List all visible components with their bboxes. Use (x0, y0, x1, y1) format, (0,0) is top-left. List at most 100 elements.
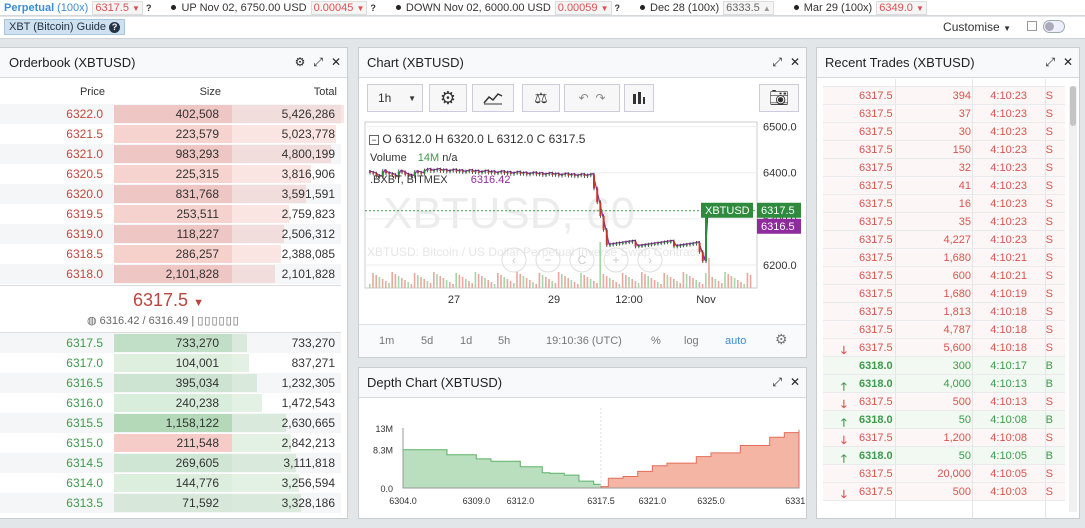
bid-row[interactable]: 6315.0 211,548 2,842,213 (0, 433, 341, 453)
close-icon[interactable]: ✕ (331, 55, 341, 70)
range-1d[interactable]: 1d (460, 335, 472, 347)
ask-row[interactable]: 6322.0 402,508 5,426,286 (0, 104, 344, 124)
index-value: 6316.42 (470, 174, 511, 186)
volume-bar (653, 280, 656, 288)
compare-scale-icon[interactable]: ⚖ (522, 84, 560, 112)
ticker-item[interactable]: DOWN Nov 02, 6000.00 USD 0.00059 ▼? (388, 0, 621, 15)
candle-body (593, 174, 595, 189)
volume-bar (596, 283, 598, 288)
last-price-box: 6317.5 ▼ ◍ 6316.42 / 6316.49 | ▯▯▯▯▯▯ (0, 285, 341, 333)
auto-toggle[interactable]: auto (725, 335, 746, 347)
volume-bar (449, 282, 451, 288)
trades-scrollbar[interactable] (1069, 86, 1077, 512)
size-cell: 225,315 (175, 167, 219, 181)
ask-row[interactable]: 6321.5 223,579 5,023,778 (0, 124, 341, 144)
candle-body (522, 173, 525, 175)
customise-dropdown[interactable]: Customise ▼ (943, 20, 1011, 34)
candle-body (698, 242, 701, 253)
volume-bar (468, 281, 470, 288)
expand-icon[interactable]: ⤢ (772, 375, 782, 390)
expand-icon[interactable]: ⤢ (313, 55, 323, 70)
column-divider (895, 79, 896, 518)
ask-row[interactable]: 6320.0 831,768 3,591,591 (0, 184, 341, 204)
bid-row[interactable]: 6315.5 1,158,122 2,630,665 (0, 413, 341, 433)
ask-row[interactable]: 6321.0 983,293 4,800,199 (0, 144, 341, 164)
volume-bar (484, 278, 486, 288)
price-chart[interactable]: XBTUSD, 60XBTUSD: Bitcoin / US Dollar Pe… (359, 118, 807, 324)
volume-bar (746, 273, 749, 288)
expand-icon[interactable]: ⤢ (772, 55, 782, 70)
layout-checkbox[interactable] (1027, 21, 1037, 31)
orderbook-panel: Orderbook (XBTUSD) ⚙ ⤢ ✕ Price Size Tota… (0, 47, 348, 519)
candle-body (586, 175, 589, 177)
trade-row: 6317.5 1,680 4:10:21 S (823, 249, 1065, 267)
close-icon[interactable]: ✕ (790, 375, 800, 390)
footer-gear-icon[interactable]: ⚙ (775, 331, 788, 348)
trade-side: S (1045, 288, 1053, 300)
log-toggle[interactable]: log (684, 335, 699, 347)
trade-row: 6318.0 300 4:10:17 B (823, 357, 1065, 375)
price-cell: 6320.5 (66, 167, 103, 181)
redo-icon[interactable]: ↷ (595, 91, 605, 105)
bid-row[interactable]: 6317.5 733,270 733,270 (0, 333, 341, 353)
ticker-item[interactable]: UP Nov 02, 6750.00 USD 0.00045 ▼? (163, 0, 376, 15)
indicators-icon[interactable] (472, 84, 514, 112)
help-icon[interactable]: ? (146, 3, 152, 13)
bid-row[interactable]: 6314.5 269,605 3,111,818 (0, 453, 341, 473)
percent-toggle[interactable]: % (651, 335, 661, 347)
ticker-item[interactable]: Dec 28 (100x) 6333.5 ▲ (632, 0, 774, 15)
scrollbar-thumb[interactable] (1070, 86, 1076, 126)
close-icon[interactable]: ✕ (1063, 55, 1073, 70)
range-1m[interactable]: 1m (379, 335, 394, 347)
settings-gear-icon[interactable]: ⚙ (429, 84, 467, 112)
collapse-icon[interactable]: − (369, 135, 379, 145)
caret-down-icon: ▼ (408, 93, 416, 103)
bar-chart-icon[interactable] (624, 84, 654, 112)
undo-icon[interactable]: ↶ (579, 91, 589, 105)
undo-redo-buttons[interactable]: ↶ ↷ (564, 84, 620, 112)
bid-row[interactable]: 6316.0 240,238 1,472,543 (0, 393, 341, 413)
ask-row[interactable]: 6319.5 253,511 2,759,823 (0, 204, 341, 224)
bid-row[interactable]: 6313.5 71,592 3,328,186 (0, 493, 341, 513)
trade-side: S (1045, 108, 1053, 120)
help-icon: ? (109, 22, 121, 33)
ask-row[interactable]: 6318.5 286,257 2,388,085 (0, 244, 341, 264)
interval-select[interactable]: 1h ▼ (367, 84, 423, 112)
bid-row[interactable]: 6316.5 395,034 1,232,305 (0, 373, 341, 393)
range-5h[interactable]: 5h (498, 335, 510, 347)
ticker-item[interactable]: Perpetual (100x) 6317.5 ▼? (0, 0, 152, 15)
total-cell: 733,270 (291, 336, 335, 350)
trade-size: 5,600 (943, 342, 971, 354)
trade-size: 1,680 (943, 252, 971, 264)
volume-bar (372, 273, 374, 288)
help-icon[interactable]: ? (370, 3, 376, 13)
ask-row[interactable]: 6320.5 225,315 3,816,906 (0, 164, 341, 184)
ask-row[interactable]: 6318.0 2,101,828 2,101,828 (0, 264, 341, 284)
volume-bar (461, 277, 464, 288)
total-cell: 5,426,286 (281, 107, 335, 121)
theme-toggle[interactable] (1043, 20, 1065, 33)
expand-icon[interactable]: ⤢ (1045, 55, 1055, 70)
guide-button[interactable]: XBT (Bitcoin) Guide ? (4, 19, 126, 35)
camera-icon[interactable]: 📷︎ (759, 84, 799, 112)
volume-bar (637, 283, 640, 288)
bid-row[interactable]: 6317.0 104,001 837,271 (0, 353, 341, 373)
col-price: Price (79, 86, 105, 98)
depth-chart[interactable]: 13M 8.3M 0.0 6304.0 6309.0 6312.0 6317.5 6321.0… (359, 398, 807, 518)
ask-row[interactable]: 6319.0 118,227 2,506,312 (0, 224, 341, 244)
bid-row[interactable]: 6314.0 144,776 3,256,594 (0, 473, 341, 493)
volume-bar (471, 283, 473, 288)
trades-title: Recent Trades (XBTUSD) (825, 55, 975, 70)
chart-footer: 1m 5d 1d 5h 19:10:36 (UTC) % log auto ⚙ (359, 324, 806, 357)
price-cell: 6314.0 (66, 476, 103, 490)
candle-body (481, 172, 483, 174)
help-icon[interactable]: ? (615, 3, 621, 13)
ticker-item[interactable]: Mar 29 (100x) 6349.0 ▼ (786, 0, 927, 15)
trade-side: S (1045, 468, 1053, 480)
range-5d[interactable]: 5d (421, 335, 433, 347)
bullet-icon (793, 5, 799, 10)
close-icon[interactable]: ✕ (790, 55, 800, 70)
gear-icon[interactable]: ⚙ (295, 55, 306, 70)
candle-body (458, 170, 461, 172)
trade-row: 6317.5 16 4:10:23 S (823, 195, 1065, 213)
